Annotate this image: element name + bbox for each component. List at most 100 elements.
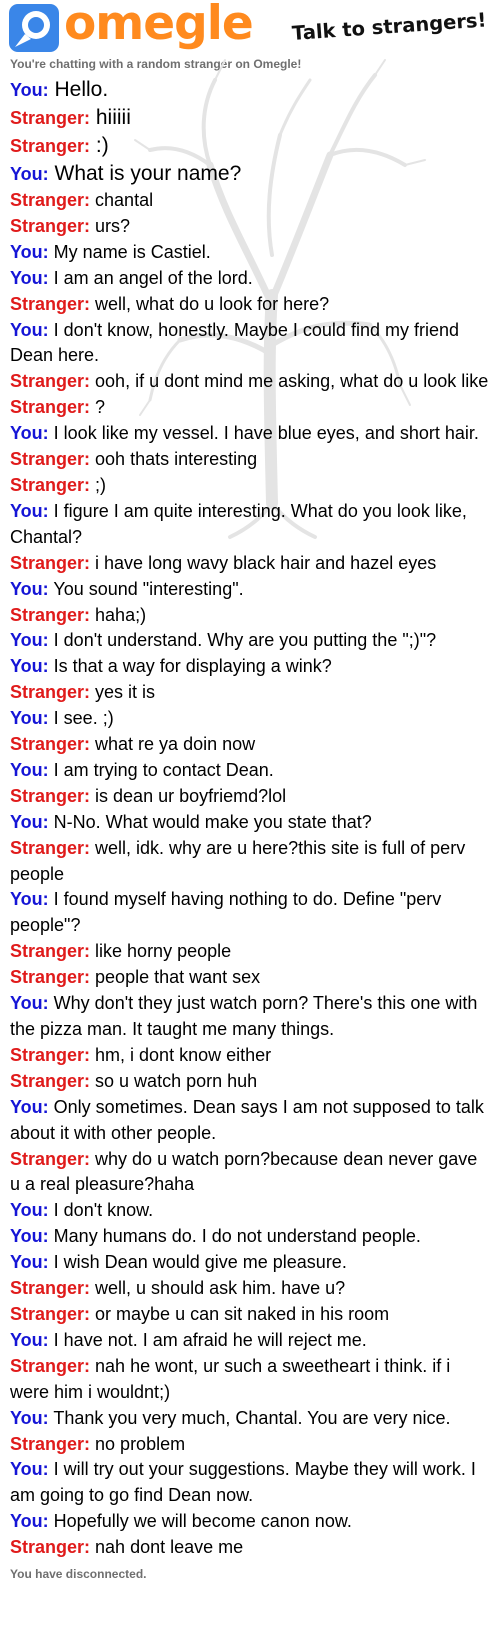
- stranger-label: Stranger:: [10, 552, 91, 573]
- chat-message: Stranger: nah dont leave me: [10, 1535, 492, 1561]
- message-text: well, what do u look for here?: [95, 293, 330, 314]
- message-text: hiiiii: [95, 106, 131, 129]
- chat-message: You: I will try out your suggestions. Ma…: [10, 1457, 492, 1509]
- chat-message: You: I figure I am quite interesting. Wh…: [10, 499, 492, 551]
- stranger-label: Stranger:: [10, 293, 91, 314]
- chat-message: You: I don't understand. Why are you put…: [10, 628, 492, 654]
- stranger-label: Stranger:: [10, 967, 91, 988]
- message-text: yes it is: [95, 682, 156, 703]
- chat-message: Stranger: why do u watch porn?because de…: [10, 1147, 492, 1199]
- chat-message: You: You sound "interesting".: [10, 577, 492, 603]
- you-label: You:: [10, 1329, 49, 1350]
- stranger-label: Stranger:: [10, 136, 91, 156]
- you-label: You:: [10, 759, 49, 780]
- message-text: Why don't they just watch porn? There's …: [10, 993, 478, 1039]
- you-label: You:: [10, 319, 49, 340]
- stranger-label: Stranger:: [10, 1148, 91, 1169]
- message-text: nah dont leave me: [95, 1537, 244, 1558]
- you-label: You:: [10, 1226, 49, 1247]
- chat-message: Stranger: :): [10, 132, 492, 160]
- message-text: I found myself having nothing to do. Def…: [10, 889, 442, 936]
- message-text: You sound "interesting".: [53, 578, 244, 599]
- message-text: what re ya doin now: [95, 734, 256, 755]
- stranger-label: Stranger:: [10, 1433, 91, 1454]
- message-text: so u watch porn huh: [95, 1070, 258, 1091]
- you-label: You:: [10, 1200, 49, 1221]
- stranger-label: Stranger:: [10, 371, 91, 392]
- stranger-label: Stranger:: [10, 215, 91, 236]
- message-text: ;): [95, 474, 107, 495]
- tagline: Talk to strangers!: [291, 8, 488, 45]
- chat-message: You: What is your name?: [10, 160, 492, 188]
- message-text: I don't know, honestly. Maybe I could fi…: [10, 319, 459, 366]
- message-text: is dean ur boyfriemd?lol: [95, 785, 287, 806]
- chat-message: Stranger: what re ya doin now: [10, 732, 492, 758]
- chat-log: You: Hello. Stranger: hiiiii Stranger: :) Y…: [10, 76, 492, 1581]
- message-text: ooh, if u dont mind me asking, what do u…: [95, 371, 489, 392]
- stranger-label: Stranger:: [10, 449, 91, 470]
- chat-message: Stranger: no problem: [10, 1432, 492, 1458]
- chat-message: Stranger: hiiiii: [10, 104, 492, 132]
- omegle-logo-icon: [9, 4, 59, 52]
- you-label: You:: [10, 500, 49, 521]
- chat-message: Stranger: yes it is: [10, 680, 492, 706]
- message-text: I am trying to contact Dean.: [53, 759, 274, 780]
- stranger-label: Stranger:: [10, 474, 91, 495]
- chat-message: You: Hopefully we will become canon now.: [10, 1509, 492, 1535]
- chat-message: Stranger: nah he wont, ur such a sweethe…: [10, 1354, 492, 1406]
- you-label: You:: [10, 1096, 49, 1117]
- stranger-label: Stranger:: [10, 1537, 91, 1558]
- chat-message: Stranger: or maybe u can sit naked in hi…: [10, 1302, 492, 1328]
- chat-message: Stranger: hm, i dont know either: [10, 1043, 492, 1069]
- chat-message: You: I wish Dean would give me pleasure.: [10, 1250, 492, 1276]
- chat-message: Stranger: ooh thats interesting: [10, 447, 492, 473]
- message-text: Hello.: [54, 78, 109, 101]
- you-label: You:: [10, 1252, 49, 1273]
- message-text: I don't know.: [53, 1200, 154, 1221]
- message-text: :): [95, 134, 109, 157]
- chat-message: Stranger: well, u should ask him. have u…: [10, 1276, 492, 1302]
- you-label: You:: [10, 811, 49, 832]
- chat-message: Stranger: people that want sex: [10, 965, 492, 991]
- chat-message: Stranger: like horny people: [10, 939, 492, 965]
- message-text: i have long wavy black hair and hazel ey…: [95, 552, 437, 573]
- message-text: urs?: [95, 215, 131, 236]
- chat-message: You: I have not. I am afraid he will rej…: [10, 1328, 492, 1354]
- stranger-label: Stranger:: [10, 941, 91, 962]
- chat-message: You: Why don't they just watch porn? The…: [10, 991, 492, 1043]
- stranger-label: Stranger:: [10, 190, 91, 210]
- stranger-label: Stranger:: [10, 1278, 91, 1299]
- stranger-label: Stranger:: [10, 108, 91, 128]
- you-label: You:: [10, 993, 49, 1014]
- stranger-label: Stranger:: [10, 785, 91, 806]
- message-text: hm, i dont know either: [95, 1044, 272, 1065]
- stranger-label: Stranger:: [10, 1070, 91, 1091]
- you-label: You:: [10, 578, 49, 599]
- chat-message: You: I don't know, honestly. Maybe I cou…: [10, 318, 492, 370]
- chat-message: You: Only sometimes. Dean says I am not …: [10, 1095, 492, 1147]
- stranger-label: Stranger:: [10, 837, 91, 858]
- message-text: I figure I am quite interesting. What do…: [10, 500, 467, 547]
- message-text: people that want sex: [95, 967, 261, 988]
- chat-message: You: I don't know.: [10, 1198, 492, 1224]
- message-text: Hopefully we will become canon now.: [53, 1511, 352, 1532]
- chat-message: You: Many humans do. I do not understand…: [10, 1224, 492, 1250]
- message-text: Only sometimes. Dean says I am not suppo…: [10, 1096, 484, 1143]
- you-label: You:: [10, 708, 49, 729]
- you-label: You:: [10, 241, 49, 262]
- you-label: You:: [10, 630, 49, 651]
- you-label: You:: [10, 80, 49, 100]
- message-text: Thank you very much, Chantal. You are ve…: [53, 1407, 451, 1428]
- message-text: Many humans do. I do not understand peop…: [53, 1226, 421, 1247]
- chat-message: You: Thank you very much, Chantal. You a…: [10, 1406, 492, 1432]
- chat-message: Stranger: well, what do u look for here?: [10, 292, 492, 318]
- chat-message: You: I am trying to contact Dean.: [10, 758, 492, 784]
- message-text: I don't understand. Why are you putting …: [53, 630, 437, 651]
- chat-message: Stranger: ?: [10, 395, 492, 421]
- you-label: You:: [10, 164, 49, 184]
- chat-message: Stranger: is dean ur boyfriemd?lol: [10, 784, 492, 810]
- chat-message: Stranger: ooh, if u dont mind me asking,…: [10, 369, 492, 395]
- message-text: I look like my vessel. I have blue eyes,…: [53, 423, 479, 444]
- chat-message: You: My name is Castiel.: [10, 240, 492, 266]
- message-text: chantal: [95, 190, 154, 210]
